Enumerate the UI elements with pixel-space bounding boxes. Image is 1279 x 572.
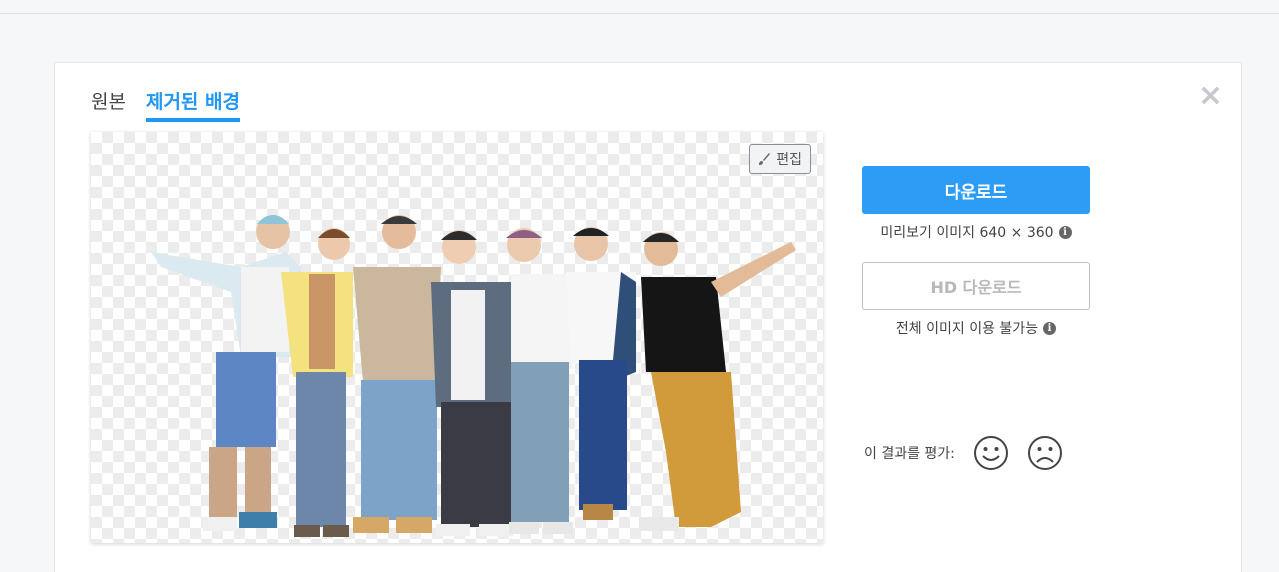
tab-original[interactable]: 원본 xyxy=(91,87,126,122)
frown-icon[interactable] xyxy=(1027,435,1063,471)
person-figure xyxy=(431,230,516,536)
rating-label: 이 결과를 평가: xyxy=(864,446,955,462)
tab-bar: 원본 제거된 배경 xyxy=(91,87,240,122)
tab-removed-background[interactable]: 제거된 배경 xyxy=(145,87,240,122)
info-icon[interactable]: i xyxy=(1043,321,1057,335)
person-figure xyxy=(353,215,441,533)
person-figure xyxy=(566,227,636,520)
brush-icon xyxy=(759,152,771,165)
preview-size-text: 미리보기 이미지 640 × 360 xyxy=(880,225,1054,241)
hd-download-button[interactable]: HD 다운로드 xyxy=(862,262,1090,310)
person-figure xyxy=(281,228,353,537)
top-divider xyxy=(0,13,1279,14)
hd-availability-text: 전체 이미지 이용 불가능 xyxy=(895,321,1039,337)
rating-bar: 이 결과를 평가: xyxy=(864,435,1063,471)
cutout-image xyxy=(151,215,796,537)
info-icon[interactable]: i xyxy=(1058,225,1072,239)
download-button[interactable]: 다운로드 xyxy=(862,166,1090,214)
smile-icon[interactable] xyxy=(973,435,1009,471)
edit-label: 편집 xyxy=(776,152,802,168)
download-panel: 다운로드 미리보기 이미지 640 × 360 i HD 다운로드 전체 이미지… xyxy=(862,166,1090,338)
close-icon[interactable]: × xyxy=(1198,81,1223,111)
edit-button[interactable]: 편집 xyxy=(749,144,811,174)
person-figure xyxy=(639,232,796,531)
person-figure xyxy=(506,228,573,534)
image-preview: 편집 xyxy=(91,132,823,543)
person-figure xyxy=(151,215,301,531)
hd-availability-info: 전체 이미지 이용 불가능 i xyxy=(862,318,1090,338)
preview-size-info: 미리보기 이미지 640 × 360 i xyxy=(862,222,1090,242)
